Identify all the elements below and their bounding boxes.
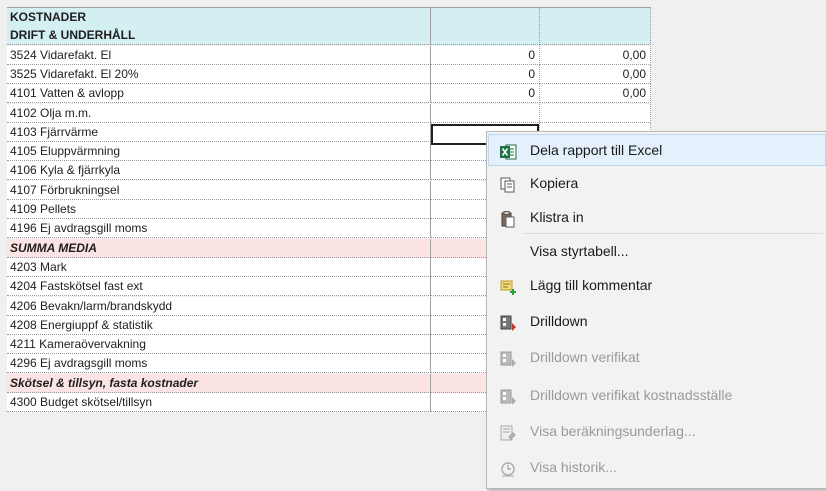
menu-item-visa-historik: Visa historik... <box>489 452 825 482</box>
table-row[interactable]: 4101 Vatten & avlopp 0 0,00 <box>7 84 652 104</box>
amount-cell[interactable] <box>540 7 651 27</box>
menu-separator <box>523 233 823 234</box>
history-icon <box>499 458 517 477</box>
amount-cell[interactable]: 0,00 <box>540 84 651 104</box>
drilldown-costcenter-icon <box>499 386 517 405</box>
menu-item-dela-rapport-till-excel[interactable]: Dela rapport till Excel <box>488 134 826 166</box>
menu-item-label: Drilldown verifikat kostnadsställe <box>530 387 733 403</box>
account-label[interactable]: 4106 Kyla & fjärrkyla <box>7 161 431 181</box>
account-label[interactable]: 4109 Pellets <box>7 200 431 219</box>
value-cell[interactable]: 0 <box>431 45 540 65</box>
context-menu: Dela rapport till Excel Kopiera Klistra in… <box>486 131 826 489</box>
drilldown-voucher-icon <box>499 348 517 367</box>
value-text <box>535 28 539 42</box>
menu-item-visa-styrtabell[interactable]: Visa styrtabell... <box>489 236 825 266</box>
paste-icon <box>499 208 517 228</box>
menu-item-visa-beräkningsunderlag: Visa beräkningsunderlag... <box>489 416 825 446</box>
account-label[interactable]: 3525 Vidarefakt. El 20% <box>7 64 431 84</box>
account-label[interactable]: 4196 Ej avdragsgill moms <box>7 219 431 239</box>
amount-cell[interactable] <box>540 103 651 123</box>
value-cell[interactable] <box>431 7 540 27</box>
amount-text <box>646 10 650 24</box>
value-text <box>535 10 539 24</box>
table-row[interactable]: 4102 Olja m.m. <box>7 103 652 123</box>
menu-item-drilldown[interactable]: Drilldown <box>489 306 825 336</box>
value-text: 0 <box>528 86 535 101</box>
menu-item-drilldown-verifikat: Drilldown verifikat <box>489 342 825 372</box>
menu-item-kopiera[interactable]: Kopiera <box>489 168 825 198</box>
menu-item-label: Drilldown verifikat <box>530 349 640 365</box>
account-label[interactable]: 4105 Eluppvärmning <box>7 142 431 162</box>
account-label[interactable]: 4107 Förbrukningsel <box>7 180 431 200</box>
amount-text: 0,00 <box>622 86 646 101</box>
amount-text <box>646 106 650 120</box>
amount-cell[interactable] <box>540 26 651 46</box>
value-cell[interactable]: 0 <box>431 84 540 104</box>
menu-item-label: Drilldown <box>530 313 588 329</box>
account-label[interactable]: 4206 Bevakn/larm/brandskydd <box>7 296 431 316</box>
account-label[interactable]: KOSTNADER <box>7 7 431 27</box>
menu-item-label: Visa historik... <box>530 459 617 475</box>
menu-item-label: Lägg till kommentar <box>530 277 653 293</box>
value-text <box>535 106 539 120</box>
account-label[interactable]: 4296 Ej avdragsgill moms <box>7 354 431 374</box>
account-label[interactable]: 4211 Kameraövervakning <box>7 335 431 355</box>
menu-item-label: Kopiera <box>530 175 579 191</box>
table-row[interactable]: 3524 Vidarefakt. El 0 0,00 <box>7 45 652 65</box>
value-cell[interactable] <box>431 103 540 123</box>
account-label[interactable]: 4204 Fastskötsel fast ext <box>7 277 431 297</box>
menu-item-drilldown-verifikat-kostnadsställe: Drilldown verifikat kostnadsställe <box>489 380 825 410</box>
excel-icon <box>499 141 517 160</box>
value-text: 0 <box>528 47 535 62</box>
account-label[interactable]: 4101 Vatten & avlopp <box>7 84 431 104</box>
drilldown-icon <box>499 312 517 331</box>
account-label[interactable]: 4103 Fjärrvärme <box>7 122 431 142</box>
account-label[interactable]: 4208 Energiuppf & statistik <box>7 315 431 335</box>
section-header-row[interactable]: DRIFT & UNDERHÅLL <box>7 26 652 46</box>
amount-cell[interactable]: 0,00 <box>540 64 651 84</box>
account-label[interactable]: 4203 Mark <box>7 257 431 277</box>
sheet-left-margin <box>0 0 7 491</box>
account-label[interactable]: 4102 Olja m.m. <box>7 103 431 123</box>
section-header-row[interactable]: KOSTNADER <box>7 7 652 27</box>
value-text: 0 <box>528 66 535 81</box>
menu-item-label: Klistra in <box>530 209 584 225</box>
menu-item-label: Visa beräkningsunderlag... <box>530 423 696 439</box>
amount-cell[interactable]: 0,00 <box>540 45 651 65</box>
account-label[interactable]: DRIFT & UNDERHÅLL <box>7 26 431 46</box>
copy-icon <box>499 174 517 193</box>
amount-text: 0,00 <box>622 47 646 62</box>
value-cell[interactable]: 0 <box>431 64 540 84</box>
table-row[interactable]: 3525 Vidarefakt. El 20% 0 0,00 <box>7 64 652 84</box>
account-label[interactable]: 3524 Vidarefakt. El <box>7 45 431 65</box>
add-comment-icon <box>499 276 517 295</box>
menu-item-label: Dela rapport till Excel <box>530 142 663 158</box>
amount-text: 0,00 <box>622 66 646 81</box>
account-label[interactable]: Skötsel & tillsyn, fasta kostnader <box>7 373 431 393</box>
menu-item-klistra-in[interactable]: Klistra in <box>489 202 825 232</box>
menu-item-label: Visa styrtabell... <box>530 243 629 259</box>
calculation-icon <box>499 422 517 441</box>
account-label[interactable]: SUMMA MEDIA <box>7 238 431 258</box>
account-label[interactable]: 4300 Budget skötsel/tillsyn <box>7 393 431 412</box>
value-cell[interactable] <box>431 26 540 46</box>
menu-item-lägg-till-kommentar[interactable]: Lägg till kommentar <box>489 270 825 300</box>
amount-text <box>646 28 650 42</box>
